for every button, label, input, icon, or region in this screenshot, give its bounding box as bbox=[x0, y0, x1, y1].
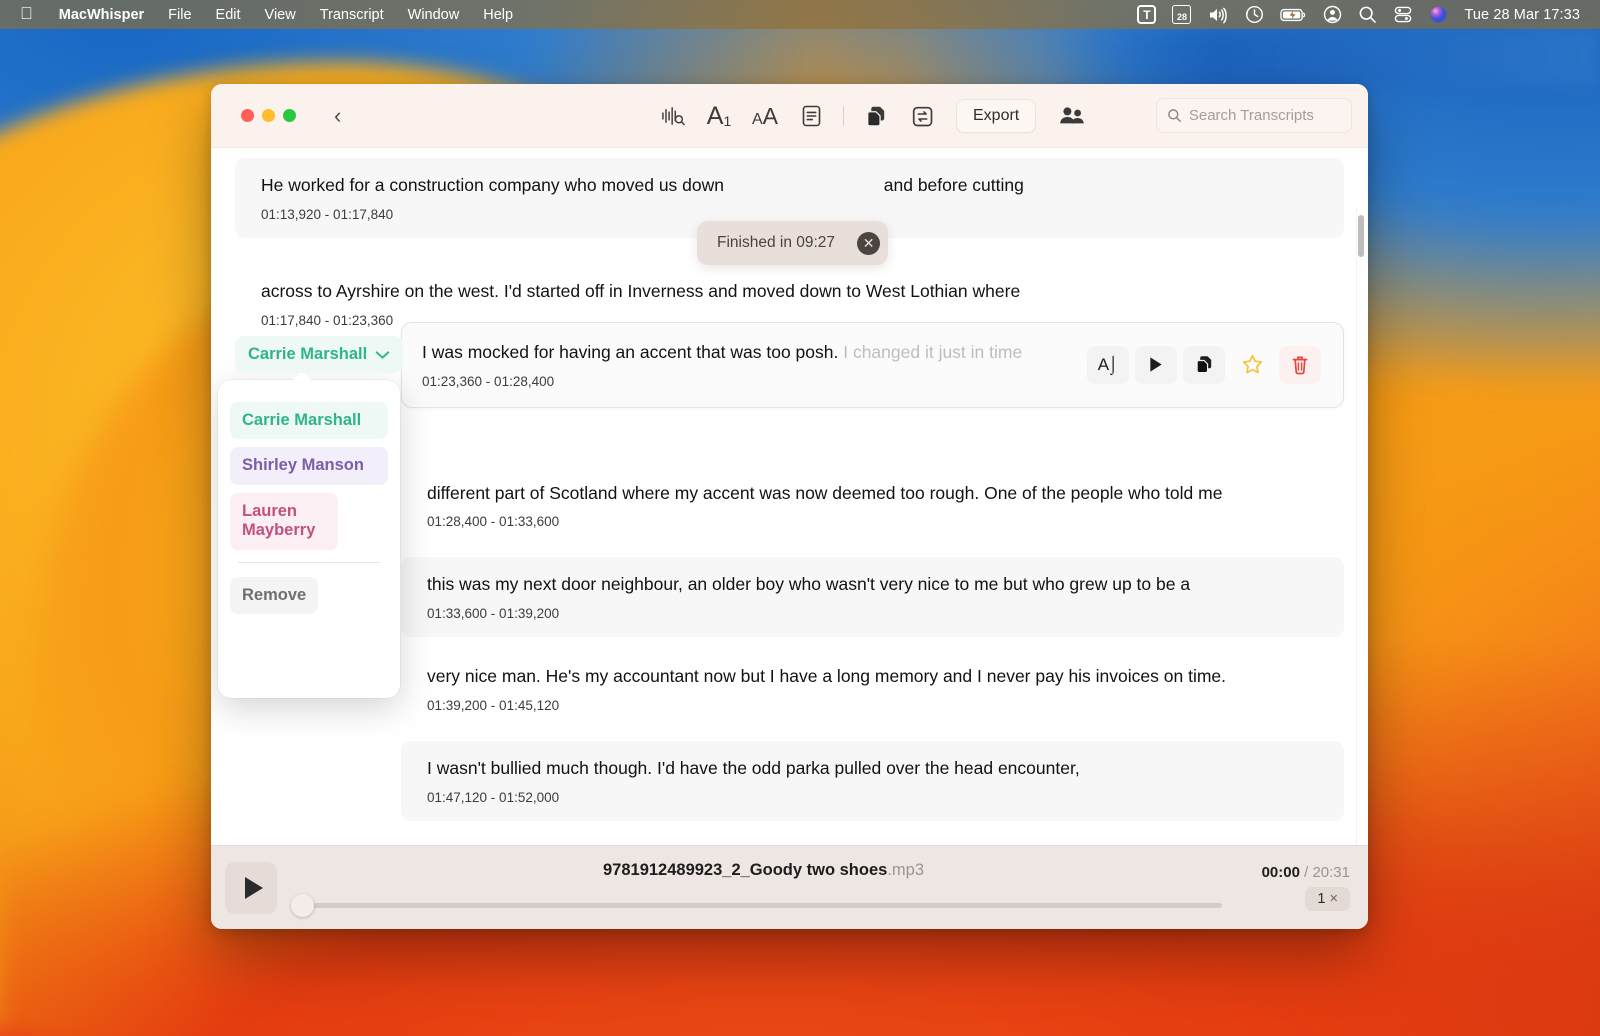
translate-icon[interactable]: A1 bbox=[697, 98, 741, 134]
transcript-segment[interactable]: very nice man. He's my accountant now bu… bbox=[401, 649, 1344, 729]
player-current-time: 00:00 bbox=[1261, 864, 1300, 881]
player-track-extension: .mp3 bbox=[887, 860, 925, 879]
player-time-display: 00:00 / 20:31 bbox=[1262, 864, 1350, 881]
wallpaper-shape-blue-strip bbox=[1056, 24, 1600, 88]
player-total-time: 20:31 bbox=[1312, 864, 1350, 881]
transcript-scrollbar[interactable] bbox=[1356, 208, 1364, 848]
audio-player-bar: 9781912489923_2_Goody two shoes.mp3 00:0… bbox=[211, 845, 1368, 929]
time-machine-icon[interactable] bbox=[1245, 5, 1264, 24]
star-segment-icon[interactable] bbox=[1231, 346, 1273, 384]
segment-timestamp: 01:13,920 - 01:17,840 bbox=[261, 206, 394, 222]
segment-text: I was mocked for having an accent that w… bbox=[422, 342, 1023, 362]
scrollbar-thumb[interactable] bbox=[1358, 215, 1364, 257]
textsniper-icon[interactable]: T bbox=[1137, 5, 1157, 24]
menubar-item-file[interactable]: File bbox=[156, 5, 203, 25]
player-speed-value: 1 bbox=[1317, 891, 1326, 907]
font-size-icon[interactable]: AA bbox=[743, 98, 787, 134]
delete-segment-icon[interactable] bbox=[1279, 345, 1321, 384]
player-right-controls: 00:00 / 20:31 1 × bbox=[1236, 864, 1354, 911]
transcript-segment[interactable]: different part of Scotland where my acce… bbox=[401, 466, 1344, 546]
close-window-button[interactable] bbox=[241, 109, 254, 122]
search-icon bbox=[1168, 109, 1181, 122]
minimize-window-button[interactable] bbox=[262, 109, 275, 122]
speaker-selector-label: Carrie Marshall bbox=[248, 345, 368, 363]
player-progress-track[interactable] bbox=[291, 893, 1222, 917]
control-center-icon[interactable] bbox=[1393, 5, 1413, 24]
segment-timestamp: 01:23,360 - 01:28,400 bbox=[422, 373, 555, 389]
segment-text: I wasn't bullied much though. I'd have t… bbox=[427, 757, 1080, 778]
speakers-people-icon[interactable] bbox=[1050, 98, 1094, 134]
window-titlebar: ‹ A1 AA Export Search Transcripts bbox=[211, 84, 1368, 148]
transcript-segment[interactable]: I wasn't bullied much though. I'd have t… bbox=[401, 740, 1344, 821]
edit-text-icon[interactable]: A ⌡ bbox=[1087, 345, 1129, 384]
volume-icon[interactable] bbox=[1207, 6, 1229, 24]
segment-timestamp: 01:39,200 - 01:45,120 bbox=[427, 697, 560, 713]
replace-icon[interactable] bbox=[900, 98, 944, 134]
export-button[interactable]: Export bbox=[956, 99, 1037, 133]
toolbar-divider bbox=[843, 106, 844, 126]
macwhisper-window: ‹ A1 AA Export Search Transcripts He wor… bbox=[211, 84, 1368, 929]
window-traffic-lights bbox=[241, 109, 296, 122]
macos-menubar:  MacWhisper File Edit View Transcript W… bbox=[0, 0, 1600, 29]
copy-icon[interactable] bbox=[854, 98, 898, 134]
player-center: 9781912489923_2_Goody two shoes.mp3 bbox=[291, 857, 1236, 919]
user-account-icon[interactable] bbox=[1323, 5, 1342, 24]
transcript-view-icon[interactable] bbox=[789, 98, 833, 134]
zoom-window-button[interactable] bbox=[283, 109, 296, 122]
segment-action-bar: A ⌡ bbox=[1087, 345, 1321, 384]
battery-charging-icon[interactable] bbox=[1280, 7, 1307, 23]
menubar-clock[interactable]: Tue 28 Mar 17:33 bbox=[1464, 7, 1580, 23]
segment-text: very nice man. He's my accountant now bu… bbox=[427, 666, 1227, 686]
play-icon[interactable] bbox=[225, 861, 277, 914]
menu-divider bbox=[238, 561, 380, 563]
calendar-icon[interactable]: 28 bbox=[1172, 5, 1192, 24]
close-circle-icon[interactable]: ✕ bbox=[857, 231, 881, 255]
speaker-option-lauren-mayberry[interactable]: Lauren Mayberry bbox=[230, 492, 338, 550]
play-segment-icon[interactable] bbox=[1135, 345, 1177, 384]
player-track-title: 9781912489923_2_Goody two shoes.mp3 bbox=[602, 860, 925, 879]
segment-text: across to Ayrshire on the west. I'd star… bbox=[261, 280, 1021, 301]
segment-timestamp: 01:33,600 - 01:39,200 bbox=[427, 606, 560, 621]
menubar-item-window[interactable]: Window bbox=[396, 5, 472, 25]
search-input[interactable] bbox=[1188, 107, 1341, 124]
menubar-item-view[interactable]: View bbox=[253, 5, 308, 25]
menubar-item-transcript[interactable]: Transcript bbox=[308, 5, 396, 25]
menubar-app-name[interactable]: MacWhisper bbox=[47, 5, 156, 25]
speaker-option-carrie-marshall[interactable]: Carrie Marshall bbox=[230, 402, 388, 440]
player-speed-suffix: × bbox=[1329, 891, 1338, 907]
spotlight-search-icon[interactable] bbox=[1358, 5, 1377, 24]
toolbar: A1 AA Export bbox=[651, 84, 1094, 148]
segment-text: this was my next door neighbour, an olde… bbox=[427, 574, 1191, 595]
chevron-down-icon bbox=[375, 350, 390, 359]
menubar-item-edit[interactable]: Edit bbox=[204, 5, 253, 25]
apple-logo-icon[interactable]:  bbox=[12, 5, 47, 25]
segment-text: He worked for a construction company who… bbox=[261, 175, 1024, 195]
audio-waveform-search-icon[interactable] bbox=[651, 98, 695, 134]
speaker-selector-button[interactable]: Carrie Marshall bbox=[235, 336, 404, 373]
speaker-option-shirley-manson[interactable]: Shirley Manson bbox=[230, 447, 388, 485]
status-toast: Finished in 09:27 ✕ bbox=[697, 221, 889, 265]
toast-message: Finished in 09:27 bbox=[717, 234, 836, 251]
player-progress-knob[interactable] bbox=[291, 893, 314, 917]
player-time-separator: / bbox=[1304, 864, 1309, 881]
selected-transcript-segment[interactable]: I was mocked for having an accent that w… bbox=[401, 322, 1344, 408]
segment-timestamp: 01:28,400 - 01:33,600 bbox=[427, 514, 560, 530]
speaker-dropdown-menu[interactable]: Carrie Marshall Shirley Manson Lauren Ma… bbox=[218, 380, 400, 698]
segment-text: different part of Scotland where my acce… bbox=[427, 482, 1223, 503]
transcript-segment[interactable]: this was my next door neighbour, an olde… bbox=[401, 557, 1344, 637]
segment-timestamp: 01:47,120 - 01:52,000 bbox=[427, 789, 560, 805]
search-transcripts-box[interactable] bbox=[1156, 98, 1352, 133]
segment-text-faded: I changed it just in time bbox=[843, 342, 1023, 362]
transcript-list[interactable]: He worked for a construction company who… bbox=[211, 148, 1368, 929]
player-speed-button[interactable]: 1 × bbox=[1305, 887, 1350, 911]
menubar-item-help[interactable]: Help bbox=[471, 5, 525, 25]
siri-icon[interactable] bbox=[1429, 5, 1448, 24]
copy-segment-icon[interactable] bbox=[1183, 345, 1225, 384]
speaker-remove-option[interactable]: Remove bbox=[230, 576, 319, 615]
back-button[interactable]: ‹ bbox=[326, 103, 349, 129]
